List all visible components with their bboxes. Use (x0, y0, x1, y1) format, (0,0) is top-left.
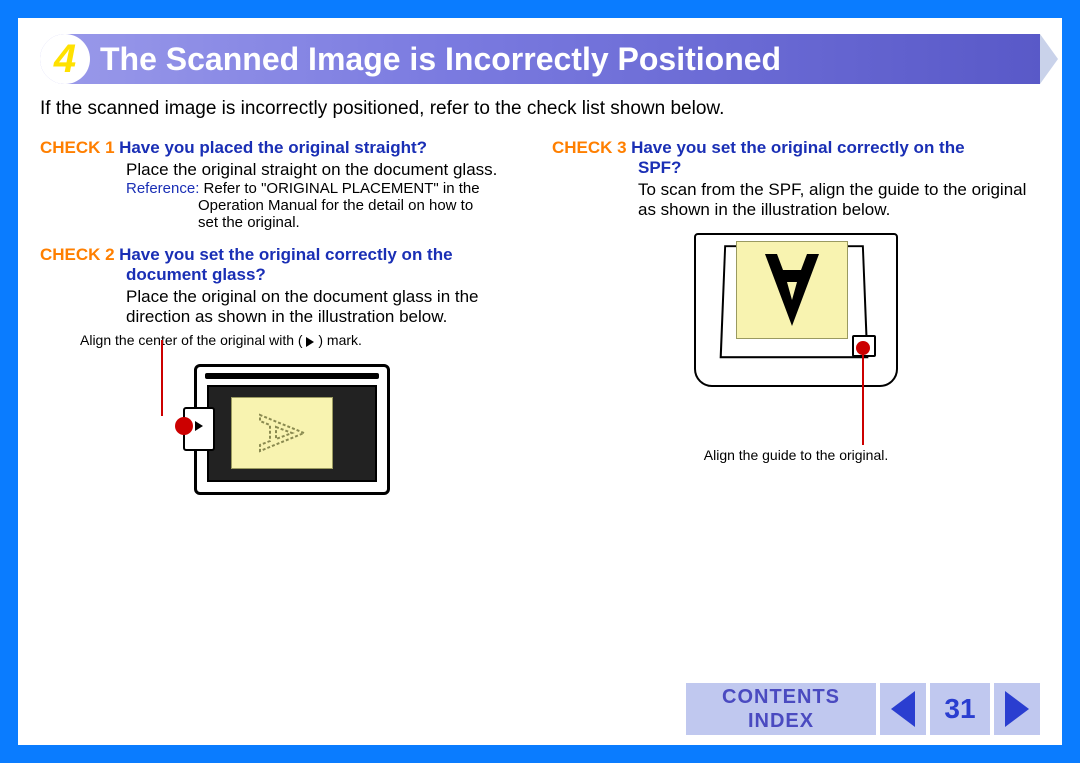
check-1-body: Place the original straight on the docum… (126, 160, 528, 180)
letter-a-icon (254, 405, 310, 461)
left-column: CHECK 1 Have you placed the original str… (40, 138, 528, 509)
check-3-body-a: To scan from the SPF, align the guide to… (638, 180, 1040, 200)
page-number: 31 (930, 683, 990, 735)
reference-text-b: Operation Manual for the detail on how t… (198, 197, 528, 214)
check-2-note-prefix: Align the center of the original with ( (80, 332, 303, 348)
spf-callout-line-icon (862, 353, 864, 445)
content-columns: CHECK 1 Have you placed the original str… (40, 138, 1040, 509)
footer-nav: CONTENTS INDEX 31 (686, 683, 1040, 735)
page-frame: 4 The Scanned Image is Incorrectly Posit… (0, 0, 1080, 763)
check-2-question-a: Have you set the original correctly on t… (119, 245, 452, 264)
check-1-heading: CHECK 1 Have you placed the original str… (40, 138, 528, 158)
reference-text-c: set the original. (198, 214, 528, 231)
check-2-note-suffix: ) mark. (318, 332, 362, 348)
page-title: The Scanned Image is Incorrectly Positio… (100, 41, 781, 78)
check-3-heading: CHECK 3 Have you set the original correc… (552, 138, 1040, 158)
triangle-mark-icon (306, 337, 314, 347)
check-3-question-a: Have you set the original correctly on t… (631, 138, 964, 157)
check-2-heading: CHECK 2 Have you set the original correc… (40, 245, 528, 265)
spf-body (694, 233, 898, 387)
spf-note: Align the guide to the original. (681, 447, 911, 463)
arrow-right-icon (1005, 691, 1029, 727)
check-3-section: CHECK 3 Have you set the original correc… (552, 138, 1040, 463)
intro-text: If the scanned image is incorrectly posi… (40, 98, 1040, 120)
arrow-left-icon (891, 691, 915, 727)
check-2-label: CHECK 2 (40, 245, 115, 264)
index-link[interactable]: INDEX (748, 709, 814, 733)
check-2-body-a: Place the original on the document glass… (126, 287, 528, 307)
check-3-question-b: SPF? (638, 158, 681, 177)
glass-hinge (205, 373, 379, 379)
nav-links-box: CONTENTS INDEX (686, 683, 876, 735)
check-1-reference: Reference: Refer to "ORIGINAL PLACEMENT"… (126, 180, 528, 197)
callout-line-icon (161, 340, 163, 416)
page-inner: 4 The Scanned Image is Incorrectly Posit… (18, 18, 1062, 745)
next-page-button[interactable] (994, 683, 1040, 735)
contents-link[interactable]: CONTENTS (722, 685, 840, 709)
align-mark-icon (195, 421, 203, 431)
right-column: CHECK 3 Have you set the original correc… (552, 138, 1040, 509)
check-2-question-b: document glass? (126, 265, 266, 284)
check-1-label: CHECK 1 (40, 138, 115, 157)
title-arrow-icon (1040, 34, 1058, 84)
reference-label: Reference: (126, 180, 199, 197)
check-1-section: CHECK 1 Have you placed the original str… (40, 138, 528, 231)
check-2-note: Align the center of the original with ( … (80, 332, 528, 348)
chapter-number: 4 (54, 37, 76, 82)
check-2-body-b: direction as shown in the illustration b… (126, 307, 528, 327)
spf-illustration: Align the guide to the original. (681, 233, 911, 463)
spf-original-page (736, 241, 848, 339)
glass-surface (207, 385, 377, 482)
check-3-body-b: as shown in the illustration below. (638, 200, 1040, 220)
glass-outer (194, 364, 390, 495)
chapter-number-badge: 4 (40, 34, 90, 84)
check-1-question: Have you placed the original straight? (119, 138, 427, 157)
original-page (231, 397, 333, 469)
title-bar: 4 The Scanned Image is Incorrectly Posit… (40, 34, 1040, 84)
prev-page-button[interactable] (880, 683, 926, 735)
check-3-label: CHECK 3 (552, 138, 627, 157)
document-glass-illustration (174, 364, 394, 495)
reference-text-a: Refer to "ORIGINAL PLACEMENT" in the (204, 180, 480, 197)
letter-a-solid-icon (757, 250, 827, 330)
check-2-section: CHECK 2 Have you set the original correc… (40, 245, 528, 495)
